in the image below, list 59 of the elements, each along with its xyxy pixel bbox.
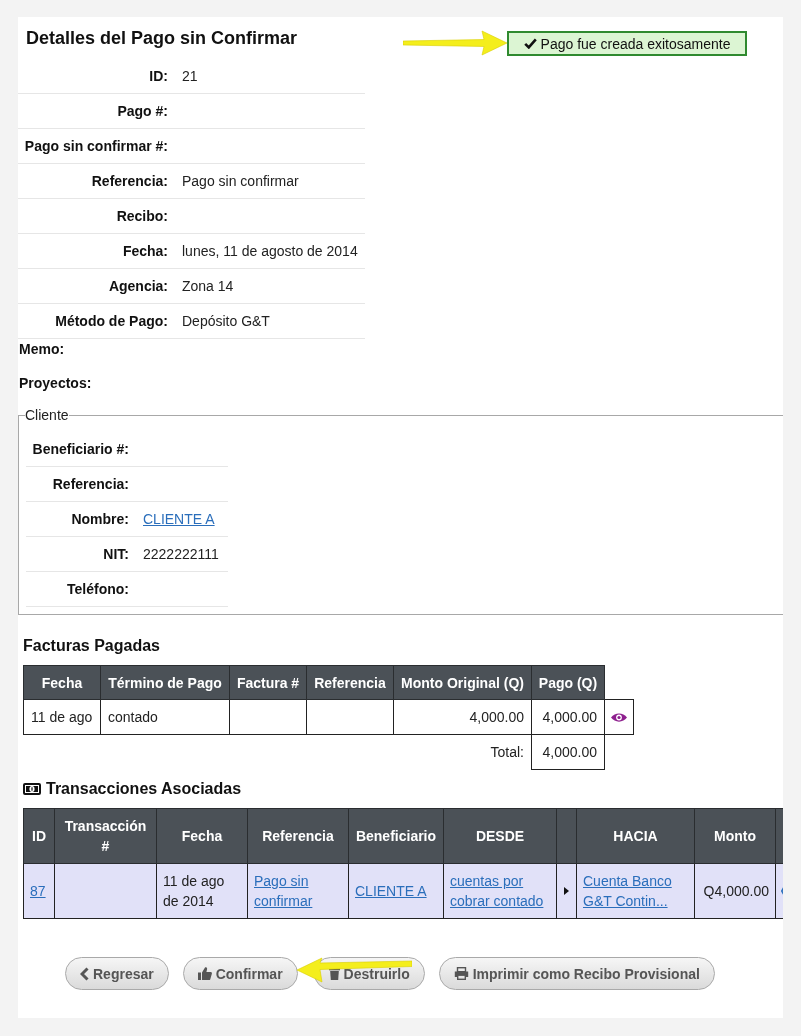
column-header: Transacción # <box>54 808 157 864</box>
field-label: Memo: <box>19 341 65 357</box>
column-header: Fecha <box>156 808 248 864</box>
field-value: Pago sin confirmar <box>182 173 300 189</box>
column-header: DESDE <box>443 808 557 864</box>
field-value: Depósito G&T <box>182 313 271 329</box>
column-header: Beneficiario <box>348 808 444 864</box>
field-label: Referencia: <box>90 173 168 189</box>
fieldset-legend: Cliente <box>25 407 69 423</box>
field-label: Beneficiario #: <box>31 441 129 457</box>
field-label: Teléfono: <box>66 581 129 597</box>
field-value: 2222222111 <box>143 546 220 562</box>
table-cell: Q4,000.00 <box>694 863 776 919</box>
check-icon <box>523 38 537 49</box>
caret-icon <box>564 887 569 895</box>
field-label: ID: <box>148 68 168 84</box>
section-heading: Transacciones Asociadas <box>46 779 242 799</box>
column-header: ID <box>23 808 55 864</box>
table-cell: 11 de ago de 2014 <box>156 863 248 919</box>
printer-icon <box>453 967 469 980</box>
field-label: Referencia: <box>51 476 129 492</box>
field-label: Método de Pago: <box>54 313 168 329</box>
confirm-button[interactable]: Confirmar <box>182 957 298 990</box>
column-header: Referencia <box>247 808 349 864</box>
field-label: NIT: <box>102 546 129 562</box>
field-label: Pago #: <box>116 103 168 119</box>
total-value: 4,000.00 <box>531 734 605 770</box>
field-label: Pago sin confirmar #: <box>23 138 168 154</box>
field-label: Fecha: <box>121 243 168 259</box>
column-header: Fecha <box>23 665 101 700</box>
column-header: Referencia <box>306 665 394 700</box>
column-header: Pago (Q) <box>531 665 605 700</box>
field-label: Agencia: <box>107 278 168 294</box>
column-header: Término de Pago <box>100 665 230 700</box>
column-header: Monto <box>694 808 776 864</box>
field-value: Zona 14 <box>182 278 235 294</box>
eye-icon[interactable] <box>611 711 627 723</box>
field-value: lunes, 11 de agosto de 2014 <box>182 243 359 259</box>
page-title: Detalles del Pago sin Confirmar <box>26 27 298 50</box>
thumbs-up-icon <box>197 967 212 980</box>
back-button[interactable]: Regresar <box>65 957 169 990</box>
field-label: Recibo: <box>115 208 168 224</box>
print-button[interactable]: Imprimir como Recibo Provisional <box>438 957 715 990</box>
client-link[interactable]: CLIENTE A <box>143 511 228 527</box>
field-label: Proyectos: <box>19 375 92 391</box>
section-heading: Facturas Pagadas <box>23 636 160 656</box>
column-header: Monto Original (Q) <box>393 665 532 700</box>
column-header: Factura # <box>229 665 307 700</box>
table-cell: 11 de ago <box>23 699 101 735</box>
alert-text: Pago fue creada exitosamente <box>540 35 731 52</box>
field-value: 21 <box>182 68 199 84</box>
chevron-left-icon <box>80 966 89 981</box>
field-label: Nombre: <box>70 511 129 527</box>
total-label: Total: <box>490 744 524 761</box>
table-cell: 4,000.00 <box>393 699 532 735</box>
banknote-icon <box>23 783 41 795</box>
column-header: HACIA <box>576 808 695 864</box>
table-cell: 4,000.00 <box>531 699 605 735</box>
table-cell: contado <box>100 699 230 735</box>
